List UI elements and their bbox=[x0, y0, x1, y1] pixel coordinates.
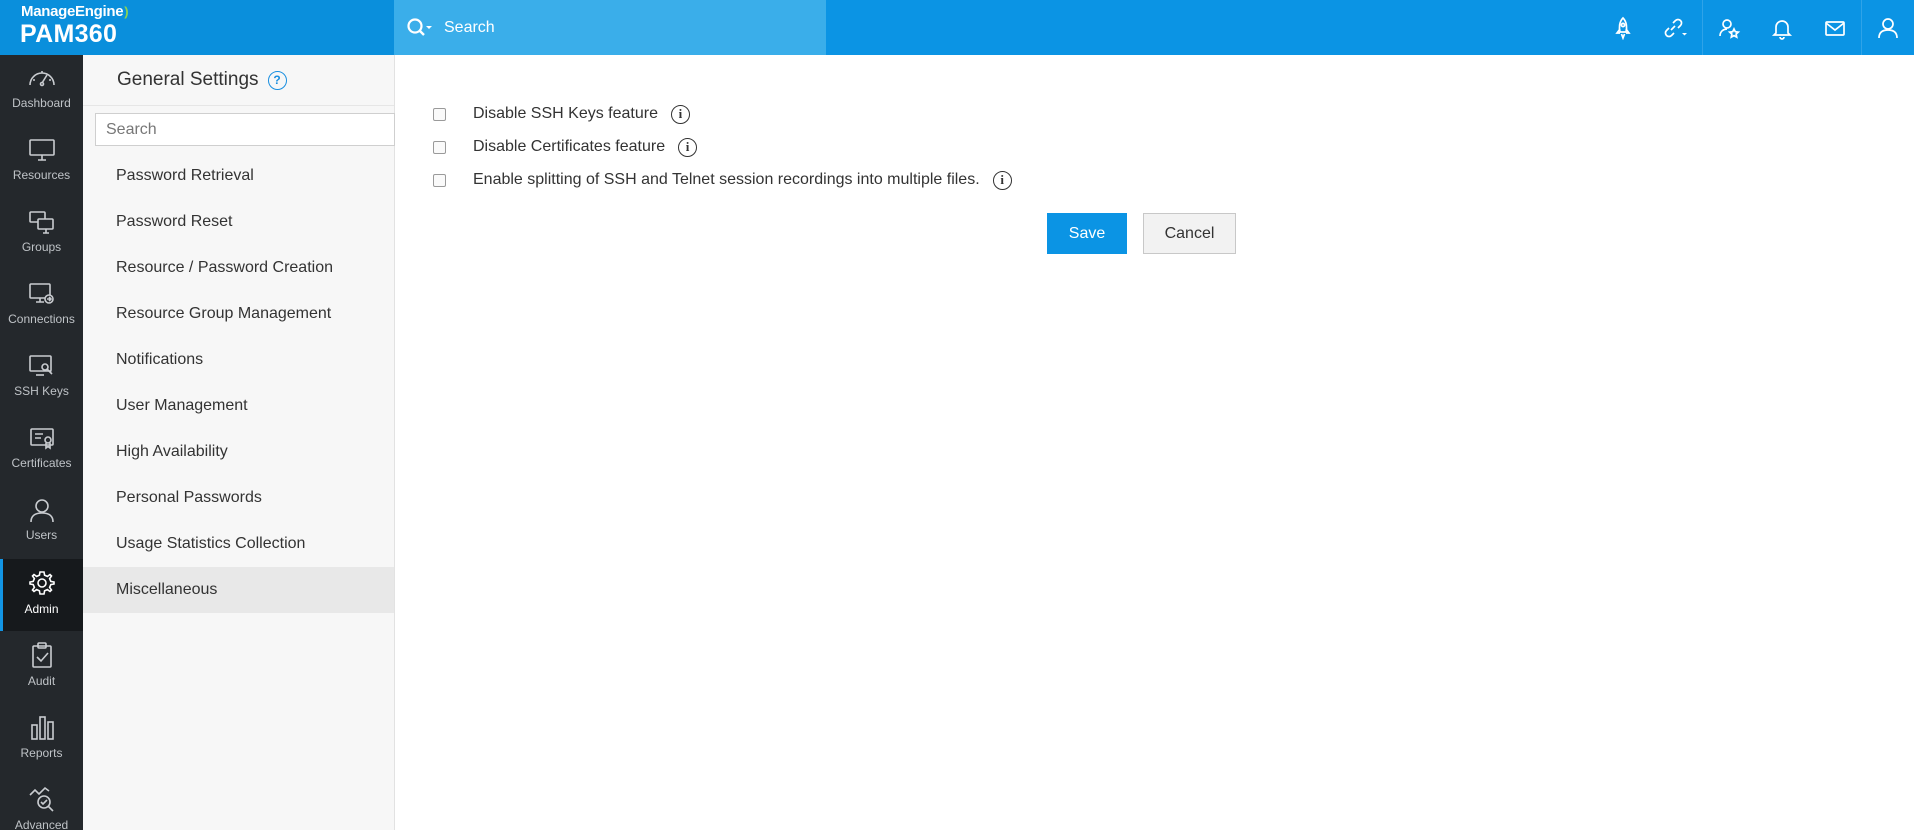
nav-item-users[interactable]: Users bbox=[0, 487, 83, 559]
nav-item-certificates[interactable]: Certificates bbox=[0, 415, 83, 487]
search-icon[interactable] bbox=[406, 16, 434, 40]
nav-item-reports[interactable]: Reports bbox=[0, 703, 83, 775]
clipboard-icon bbox=[31, 642, 52, 668]
settings-item-password-retrieval[interactable]: Password Retrieval bbox=[83, 153, 394, 199]
settings-item-resource-password-creation[interactable]: Resource / Password Creation bbox=[83, 245, 394, 291]
nav-label: Reports bbox=[20, 746, 63, 760]
vendor-name: ManageEngine) bbox=[21, 3, 129, 20]
nav-label: Connections bbox=[8, 312, 75, 326]
nav-item-advanced[interactable]: Advanced bbox=[0, 775, 83, 830]
users-icon bbox=[29, 499, 54, 523]
nav-label: Users bbox=[25, 528, 58, 542]
settings-item-personal-passwords[interactable]: Personal Passwords bbox=[83, 475, 394, 521]
settings-item-high-availability[interactable]: High Availability bbox=[83, 429, 394, 475]
panel-header: General Settings ? bbox=[83, 55, 394, 106]
nav-item-groups[interactable]: Groups bbox=[0, 199, 83, 271]
nav-label: Resources bbox=[12, 168, 71, 182]
disable-ssh-keys-checkbox[interactable] bbox=[433, 107, 446, 121]
info-icon[interactable]: i bbox=[678, 137, 698, 157]
settings-item-password-reset[interactable]: Password Reset bbox=[83, 199, 394, 245]
option-split-recordings: Enable splitting of SSH and Telnet sessi… bbox=[433, 168, 1012, 192]
user-star-icon[interactable] bbox=[1702, 0, 1755, 55]
settings-item-miscellaneous[interactable]: Miscellaneous bbox=[83, 567, 394, 613]
option-disable-certificates: Disable Certificates feature i bbox=[433, 135, 698, 159]
option-label: Disable SSH Keys feature bbox=[473, 105, 658, 122]
ssh-keys-icon bbox=[28, 355, 53, 376]
nav-item-connections[interactable]: Connections bbox=[0, 271, 83, 343]
nav-item-dashboard[interactable]: Dashboard bbox=[0, 55, 83, 127]
nav-label: Groups bbox=[21, 240, 62, 254]
help-icon[interactable]: ? bbox=[267, 70, 287, 90]
settings-item-resource-group-management[interactable]: Resource Group Management bbox=[83, 291, 394, 337]
nav-label: SSH Keys bbox=[14, 384, 69, 398]
nav-label: Certificates bbox=[11, 456, 72, 470]
top-icon-bar bbox=[1596, 0, 1914, 55]
nav-label: Audit bbox=[27, 674, 56, 688]
settings-search-input[interactable] bbox=[95, 113, 395, 146]
search-input[interactable]: Search bbox=[444, 19, 495, 37]
link-icon[interactable] bbox=[1649, 0, 1702, 55]
bar-chart-icon bbox=[30, 716, 54, 740]
main-content: Disable SSH Keys feature i Disable Certi… bbox=[395, 55, 1914, 830]
cancel-button[interactable]: Cancel bbox=[1143, 213, 1236, 254]
settings-item-usage-statistics[interactable]: Usage Statistics Collection bbox=[83, 521, 394, 567]
settings-item-user-management[interactable]: User Management bbox=[83, 383, 394, 429]
settings-item-notifications[interactable]: Notifications bbox=[83, 337, 394, 383]
save-button[interactable]: Save bbox=[1047, 213, 1127, 254]
nav-label: Admin bbox=[24, 602, 59, 616]
nav-label: Advanced bbox=[14, 818, 69, 830]
certificate-icon bbox=[29, 428, 54, 450]
global-search[interactable]: Search bbox=[394, 0, 826, 55]
gear-icon bbox=[28, 571, 55, 595]
top-bar: ManageEngine) PAM360 Search bbox=[0, 0, 1914, 55]
settings-menu: Password Retrieval Password Reset Resour… bbox=[83, 153, 394, 613]
connections-icon bbox=[28, 283, 54, 304]
user-icon[interactable] bbox=[1861, 0, 1914, 55]
product-name: PAM360 bbox=[20, 20, 118, 48]
nav-label: Dashboard bbox=[12, 96, 71, 110]
nav-item-ssh-keys[interactable]: SSH Keys bbox=[0, 343, 83, 415]
info-icon[interactable]: i bbox=[992, 170, 1012, 190]
disable-certificates-checkbox[interactable] bbox=[433, 140, 446, 154]
general-settings-panel: General Settings ? Password Retrieval Pa… bbox=[83, 55, 395, 830]
option-label: Disable Certificates feature bbox=[473, 138, 666, 155]
info-icon[interactable]: i bbox=[670, 104, 690, 124]
left-nav: Dashboard Resources Groups Connections S… bbox=[0, 55, 83, 830]
dashboard-icon bbox=[28, 71, 55, 87]
mail-icon[interactable] bbox=[1808, 0, 1861, 55]
monitor-icon bbox=[28, 139, 55, 161]
nav-item-resources[interactable]: Resources bbox=[0, 127, 83, 199]
rocket-icon[interactable] bbox=[1596, 0, 1649, 55]
split-recordings-checkbox[interactable] bbox=[433, 173, 446, 187]
option-label: Enable splitting of SSH and Telnet sessi… bbox=[473, 171, 980, 188]
bell-icon[interactable] bbox=[1755, 0, 1808, 55]
option-disable-ssh-keys: Disable SSH Keys feature i bbox=[433, 102, 690, 126]
nav-item-admin[interactable]: Admin bbox=[0, 559, 83, 631]
groups-icon bbox=[28, 211, 54, 234]
page-title: General Settings bbox=[117, 69, 259, 90]
brand-logo[interactable]: ManageEngine) PAM360 bbox=[0, 0, 394, 55]
nav-item-audit[interactable]: Audit bbox=[0, 631, 83, 703]
analytics-icon bbox=[28, 786, 54, 812]
